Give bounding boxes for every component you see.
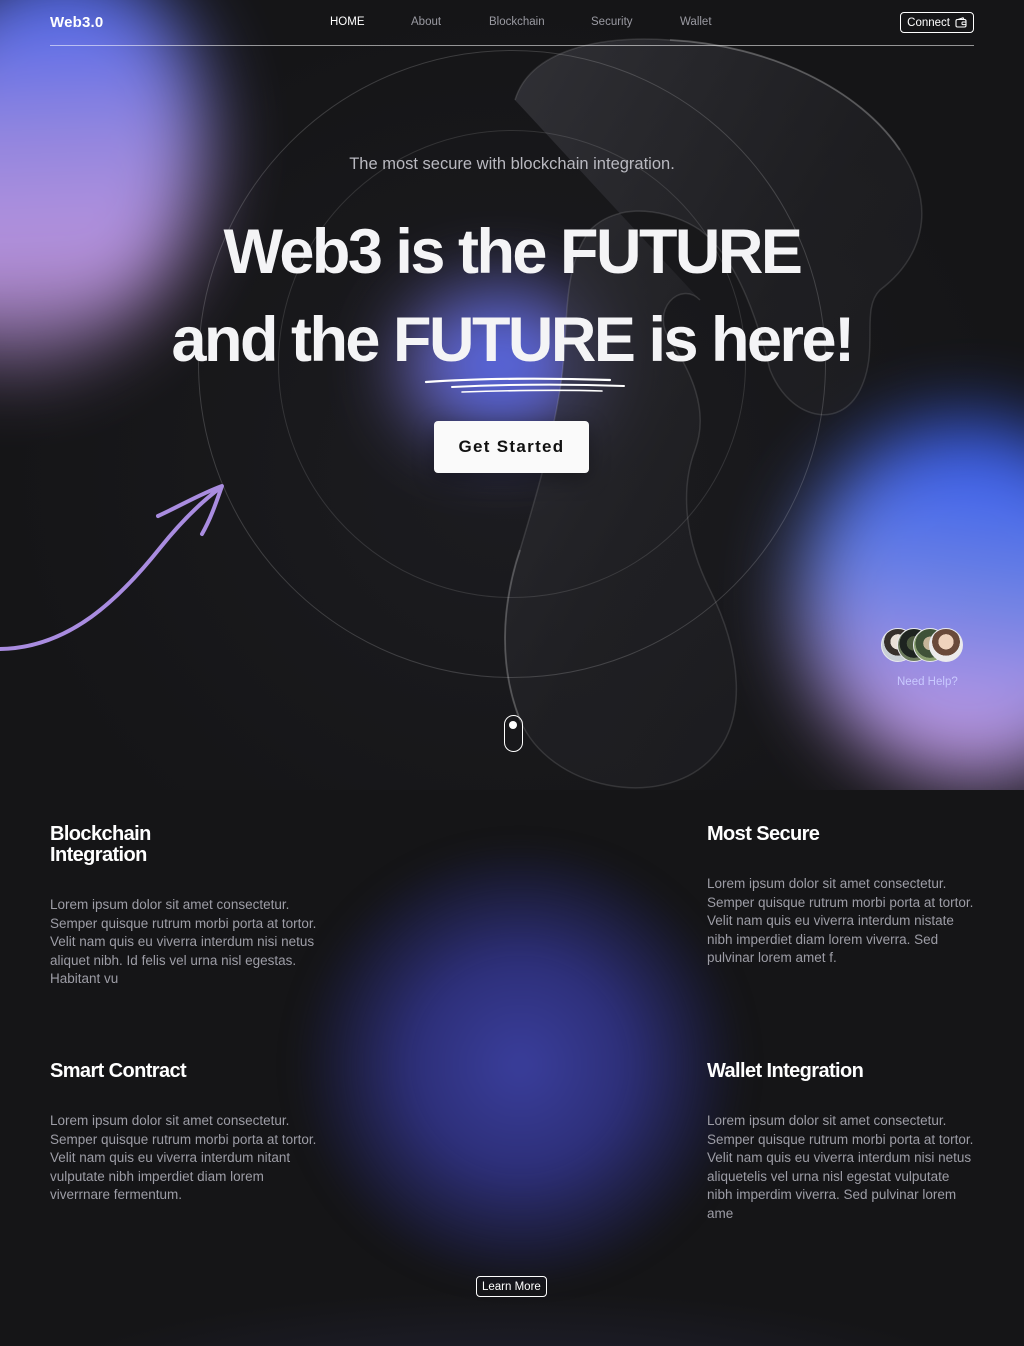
feature-title: Wallet Integration — [707, 1060, 864, 1082]
nav-link-home[interactable]: HOME — [330, 16, 365, 28]
feature-description: Lorem ipsum dolor sit amet consectetur. … — [50, 897, 317, 986]
gradient-glow-bottom — [0, 1290, 1024, 1346]
feature-description: Lorem ipsum dolor sit amet consectetur. … — [50, 1113, 317, 1202]
need-help-label[interactable]: Need Help? — [897, 676, 958, 688]
scroll-indicator[interactable] — [504, 715, 523, 752]
feature-title: Blockchain Integration — [50, 823, 151, 866]
hero-headline-line1: Web3 is the FUTURE — [223, 217, 803, 287]
features-section: Blockchain Integration Lorem ipsum dolor… — [0, 790, 1024, 1346]
nav-link-blockchain[interactable]: Blockchain — [489, 16, 545, 28]
hero-section: Web3.0 HOME About Blockchain Security Wa… — [0, 0, 1024, 790]
need-help-widget[interactable]: Need Help? — [880, 628, 980, 688]
brand-logo[interactable]: Web3.0 — [50, 14, 103, 31]
feature-blockchain-integration: Blockchain Integration Lorem ipsum dolor… — [50, 824, 320, 989]
hero-headline-line2: and the FUTURE is here! — [171, 305, 855, 375]
gradient-glow-features — [300, 850, 740, 1280]
arrow-icon — [0, 484, 224, 651]
nav-link-about[interactable]: About — [411, 16, 441, 28]
feature-most-secure: Most Secure Lorem ipsum dolor sit amet c… — [707, 824, 977, 968]
feature-description: Lorem ipsum dolor sit amet consectetur. … — [707, 1113, 974, 1221]
feature-smart-contract: Smart Contract Lorem ipsum dolor sit ame… — [50, 1061, 320, 1205]
nav-link-wallet[interactable]: Wallet — [680, 16, 712, 28]
scroll-indicator-dot — [509, 721, 517, 729]
feature-description: Lorem ipsum dolor sit amet consectetur. … — [707, 876, 974, 965]
wallet-icon — [955, 17, 967, 28]
feature-title: Most Secure — [707, 823, 820, 845]
get-started-button[interactable]: Get Started — [434, 421, 589, 473]
scribble-underline — [424, 377, 625, 393]
learn-more-button[interactable]: Learn More — [476, 1276, 547, 1297]
avatar — [929, 628, 963, 662]
top-navigation: Web3.0 HOME About Blockchain Security Wa… — [50, 0, 974, 46]
connect-button[interactable]: Connect — [900, 12, 974, 33]
support-avatars — [880, 628, 980, 664]
feature-title: Smart Contract — [50, 1060, 187, 1082]
nav-link-security[interactable]: Security — [591, 16, 633, 28]
feature-wallet-integration: Wallet Integration Lorem ipsum dolor sit… — [707, 1061, 977, 1223]
connect-label: Connect — [907, 16, 950, 29]
hero-tagline: The most secure with blockchain integrat… — [349, 155, 675, 173]
